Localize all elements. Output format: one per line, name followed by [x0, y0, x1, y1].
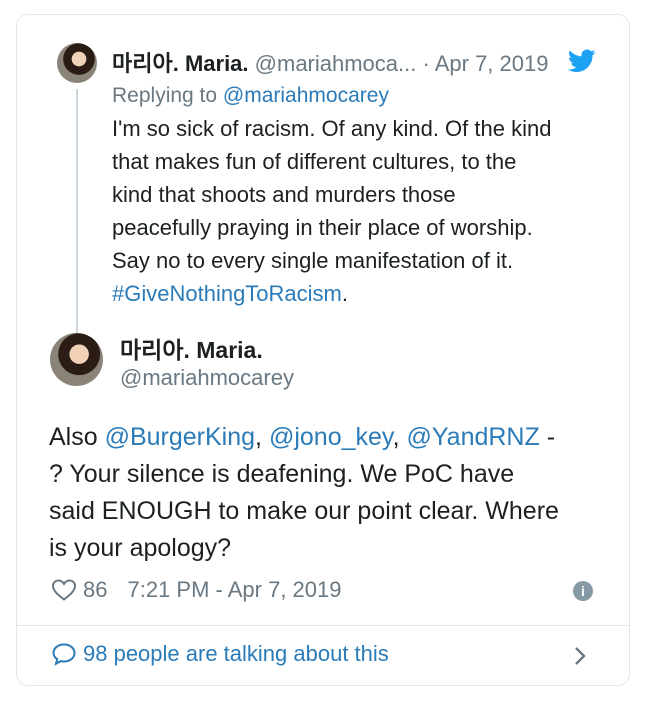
main-text-line: is your apology? [49, 534, 232, 562]
quoted-tweet-date[interactable]: · Apr 7, 2019 [423, 51, 549, 76]
like-count[interactable]: 86 [83, 577, 107, 603]
quoted-author-name[interactable]: 마리아. Maria. [112, 51, 249, 76]
hashtag-trail: . [341, 281, 348, 306]
quoted-hashtag-line: #GiveNothingToRacism. [112, 277, 612, 310]
main-tweet-text: Also @BurgerKing, @jono_key, @YandRNZ - … [49, 419, 614, 567]
replying-to: Replying to @mariahmocarey [112, 84, 389, 108]
mention-link[interactable]: @jono_key [269, 423, 393, 451]
chevron-right-icon[interactable] [572, 645, 588, 667]
tweet-timestamp[interactable]: 7:21 PM - Apr 7, 2019 [127, 577, 341, 603]
heart-icon[interactable] [51, 578, 77, 602]
info-icon[interactable]: i [573, 581, 593, 601]
thread-line [76, 89, 78, 333]
replying-prefix: Replying to [112, 84, 218, 107]
conversation-link[interactable]: 98 people are talking about this [51, 641, 389, 667]
tweet-meta: 86 7:21 PM - Apr 7, 2019 [51, 575, 342, 605]
main-text-line: Also @BurgerKing, @jono_key, @YandRNZ - [49, 419, 614, 456]
quoted-tweet-text: I'm so sick of racism. Of any kind. Of t… [112, 112, 612, 310]
tweet-card: 마리아. Maria. @mariahmoca... · Apr 7, 2019… [16, 14, 630, 686]
quoted-text-line: Say no to every single manifestation of … [112, 248, 514, 273]
quoted-text-line: peacefully praying in their place of wor… [112, 215, 533, 240]
text-prefix: Also [49, 423, 105, 451]
conversation-label: 98 people are talking about this [83, 641, 389, 666]
chat-bubble-icon [52, 643, 76, 666]
mention-separator: , [255, 423, 269, 451]
quoted-author-handle[interactable]: @mariahmoca... [255, 51, 417, 76]
text-trail: - [539, 423, 556, 451]
quoted-text-line: kind that shoots and murders those [112, 182, 456, 207]
avatar[interactable] [57, 43, 97, 83]
quoted-text-line: I'm so sick of racism. Of any kind. Of t… [112, 116, 552, 141]
mention-separator: , [392, 423, 407, 451]
main-author-handle[interactable]: @mariahmocarey [120, 365, 294, 391]
main-text-line: ? Your silence is deafening. We PoC have [49, 460, 515, 488]
twitter-bird-icon[interactable] [568, 49, 596, 73]
quoted-text-line: that makes fun of different cultures, to… [112, 149, 517, 174]
mention-link[interactable]: @YandRNZ [406, 423, 539, 451]
divider [17, 625, 629, 626]
main-author-name[interactable]: 마리아. Maria. [120, 331, 263, 365]
hashtag-link[interactable]: #GiveNothingToRacism [112, 281, 342, 306]
mention-link[interactable]: @BurgerKing [105, 423, 255, 451]
main-avatar[interactable] [50, 333, 103, 386]
quoted-tweet-header: 마리아. Maria. @mariahmoca... · Apr 7, 2019 [112, 46, 548, 78]
main-text-line: said ENOUGH to make our point clear. Whe… [49, 497, 559, 525]
replying-handle-link[interactable]: @mariahmocarey [223, 84, 389, 107]
